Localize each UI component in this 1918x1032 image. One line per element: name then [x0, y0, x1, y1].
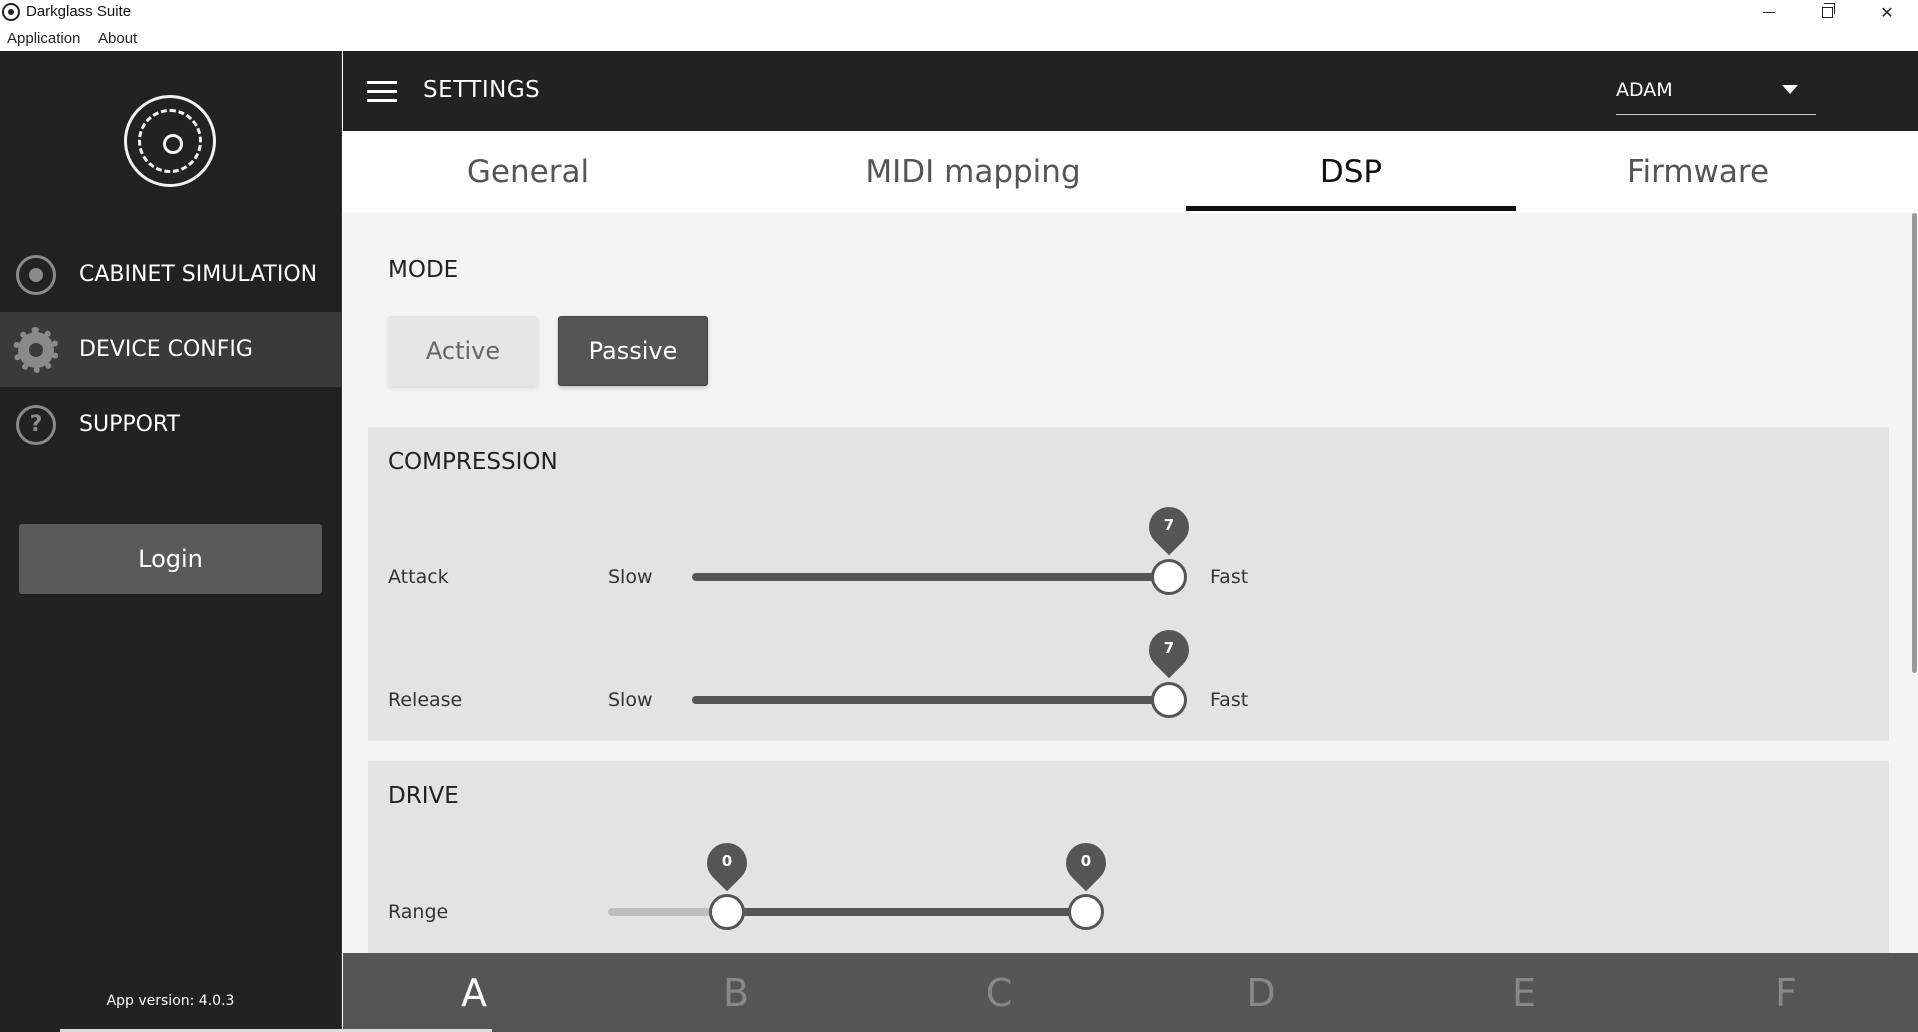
drive-title: DRIVE	[388, 783, 459, 809]
hamburger-menu-icon[interactable]	[367, 81, 397, 103]
preset-b[interactable]: B	[605, 953, 867, 1032]
sidebar-item-label: DEVICE CONFIG	[79, 337, 253, 362]
sidebar-item-device-config[interactable]: DEVICE CONFIG	[0, 312, 341, 387]
user-dropdown[interactable]: ADAM	[1616, 71, 1816, 115]
attack-value: 7	[1163, 516, 1175, 534]
compression-title: COMPRESSION	[388, 449, 558, 475]
menu-application[interactable]: Application	[7, 30, 80, 47]
user-name: ADAM	[1616, 79, 1673, 101]
attack-slider-track[interactable]	[692, 573, 1169, 581]
login-button[interactable]: Login	[19, 524, 322, 594]
sidebar-item-support[interactable]: ? SUPPORT	[0, 387, 341, 462]
window-title: Darkglass Suite	[26, 3, 132, 20]
mode-title: MODE	[388, 257, 459, 283]
settings-header: SETTINGS ADAM	[343, 51, 1918, 131]
darkglass-logo-icon	[124, 95, 216, 187]
release-label: Release	[388, 689, 463, 711]
gear-icon	[13, 326, 59, 373]
minimize-icon[interactable]	[1740, 0, 1798, 24]
range-label: Range	[388, 901, 449, 923]
preset-d[interactable]: D	[1130, 953, 1392, 1032]
content-scrollbar[interactable]	[1911, 213, 1918, 953]
mode-active-button[interactable]: Active	[388, 316, 538, 386]
preset-e[interactable]: E	[1393, 953, 1655, 1032]
menu-bar: Application About	[0, 26, 1918, 50]
release-slider-thumb[interactable]	[1151, 682, 1187, 718]
tab-midi-mapping[interactable]: MIDI mapping	[823, 131, 1123, 213]
page-title: SETTINGS	[423, 77, 541, 103]
active-tab-indicator	[1186, 206, 1516, 211]
sidebar-item-label: CABINET SIMULATION	[79, 262, 318, 287]
range-high-thumb[interactable]	[1068, 894, 1104, 930]
release-slider-track[interactable]	[692, 696, 1169, 704]
chevron-down-icon	[1782, 85, 1798, 94]
release-value: 7	[1163, 639, 1175, 657]
range-low-value: 0	[721, 852, 733, 870]
range-low-thumb[interactable]	[709, 894, 745, 930]
attack-min-label: Slow	[608, 566, 653, 588]
target-icon	[16, 254, 56, 295]
sidebar: CABINET SIMULATION DEVICE CONFIG ? SUPPO…	[0, 51, 342, 1032]
preset-a[interactable]: A	[343, 953, 605, 1032]
range-slider-selected	[726, 908, 1076, 916]
range-high-value: 0	[1080, 852, 1092, 870]
restore-icon[interactable]	[1798, 0, 1856, 24]
tab-general[interactable]: General	[403, 131, 653, 213]
close-icon[interactable]: ✕	[1858, 0, 1916, 24]
menu-about[interactable]: About	[98, 30, 137, 47]
sidebar-item-cabinet-simulation[interactable]: CABINET SIMULATION	[0, 237, 341, 312]
sidebar-item-label: SUPPORT	[79, 412, 181, 437]
preset-f[interactable]: F	[1655, 953, 1917, 1032]
app-version: App version: 4.0.3	[106, 993, 235, 1009]
attack-slider-thumb[interactable]	[1151, 559, 1187, 595]
mode-passive-button[interactable]: Passive	[558, 316, 708, 386]
window-titlebar: Darkglass Suite ✕	[0, 0, 1918, 24]
question-icon: ?	[16, 404, 56, 445]
release-min-label: Slow	[608, 689, 653, 711]
attack-max-label: Fast	[1210, 566, 1249, 588]
preset-c[interactable]: C	[868, 953, 1130, 1032]
app-logo-icon	[2, 3, 20, 21]
scrollbar-thumb[interactable]	[1912, 213, 1917, 673]
preset-bar: A B C D E F	[60, 953, 1918, 1032]
compression-panel: COMPRESSION Attack Slow 7 Fast Release S…	[368, 427, 1889, 741]
attack-label: Attack	[388, 566, 449, 588]
drive-panel: DRIVE Range 0 0	[368, 761, 1889, 953]
tab-firmware[interactable]: Firmware	[1543, 131, 1853, 213]
dsp-content: MODE Active Passive COMPRESSION Attack S…	[343, 213, 1918, 953]
settings-tabs: General MIDI mapping DSP Firmware	[343, 131, 1918, 213]
tab-dsp[interactable]: DSP	[1186, 131, 1516, 213]
release-max-label: Fast	[1210, 689, 1249, 711]
